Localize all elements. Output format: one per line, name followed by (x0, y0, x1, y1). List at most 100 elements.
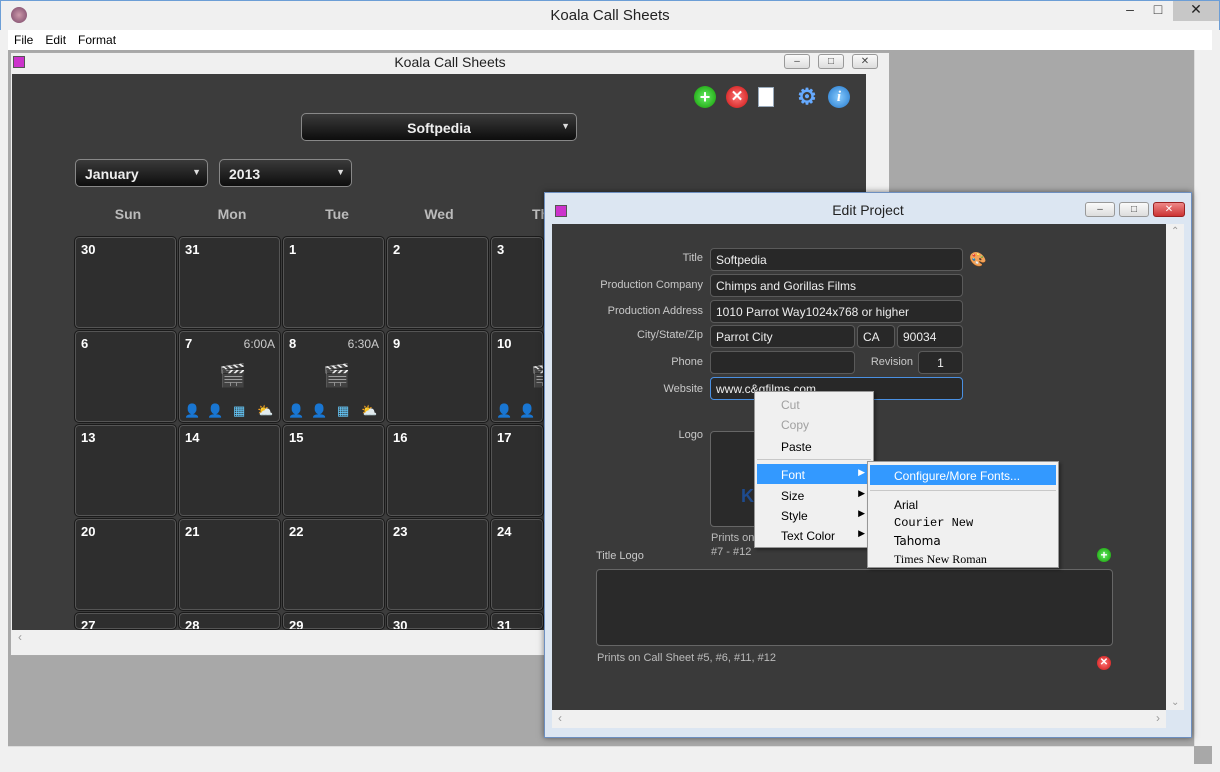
calendar-day-cell[interactable]: 9 (386, 330, 489, 423)
menu-item-cut[interactable]: Cut (757, 394, 871, 414)
weather-icon[interactable]: ⛅ (257, 403, 273, 419)
calendar-day-cell[interactable]: 13 (74, 424, 177, 517)
edit-vertical-scrollbar[interactable]: ⌃ ⌄ (1166, 224, 1184, 710)
calendar-day-cell[interactable]: 17 (490, 424, 544, 517)
calendar-day-cell[interactable]: 29 (282, 612, 385, 630)
menu-item-style[interactable]: Style ▶ (757, 505, 871, 525)
settings-gear-icon[interactable]: ⚙ (796, 86, 818, 108)
calendar-day-cell[interactable]: 31 (178, 236, 281, 329)
label-title-logo: Title Logo (596, 550, 644, 562)
menu-item-paste[interactable]: Paste (757, 436, 871, 456)
calendar-day-cell[interactable]: 6 (74, 330, 177, 423)
company-field[interactable]: Chimps and Gorillas Films (710, 274, 963, 297)
schedule-grid-icon[interactable]: ▦ (233, 403, 245, 419)
day-number: 17 (497, 430, 512, 445)
label-company: Production Company (600, 279, 703, 291)
font-option-times-new-roman[interactable]: Times New Roman (870, 548, 1056, 568)
edit-horizontal-scrollbar[interactable]: ‹ › (552, 710, 1166, 728)
calendar-day-cell[interactable]: 31 (490, 612, 544, 630)
calendar-day-cell[interactable]: 24 (490, 518, 544, 611)
month-select[interactable]: January ▼ (75, 159, 208, 187)
calendar-day-cell[interactable]: 8 6:30A 🎬 👤 👤 ▦ ⛅ (282, 330, 385, 423)
add-icon[interactable]: + (694, 86, 716, 108)
calendar-day-cell[interactable]: 10🎬👤👤▦⛅ (490, 330, 544, 423)
label-city: City/State/Zip (636, 329, 703, 341)
weather-icon[interactable]: ⛅ (361, 403, 377, 419)
edit-maximize-button[interactable]: □ (1119, 202, 1149, 217)
cast-icon[interactable]: 👤 (207, 403, 223, 419)
minimize-button[interactable]: – (1117, 1, 1143, 23)
title-field[interactable]: Softpedia (710, 248, 963, 271)
menu-item-size[interactable]: Size ▶ (757, 485, 871, 505)
logo-image: K (741, 486, 754, 506)
palette-icon[interactable]: 🎨 (969, 251, 986, 268)
close-button[interactable]: ✕ (1173, 1, 1219, 21)
menu-item-text-color[interactable]: Text Color ▶ (757, 525, 871, 545)
menu-format[interactable]: Format (72, 30, 122, 47)
calendar-day-cell[interactable]: 15 (282, 424, 385, 517)
calendar-day-cell[interactable]: 28 (178, 612, 281, 630)
calendar-close-button[interactable]: ✕ (852, 54, 878, 69)
city-field[interactable]: Parrot City (710, 325, 855, 348)
calendar-maximize-button[interactable]: □ (818, 54, 844, 69)
add-title-logo-icon[interactable]: + (1097, 548, 1111, 562)
document-icon[interactable] (758, 87, 774, 107)
calendar-day-cell[interactable]: 16 (386, 424, 489, 517)
calendar-day-cell[interactable]: 7 6:00A 🎬 👤 👤 ▦ ⛅ (178, 330, 281, 423)
menu-item-copy[interactable]: Copy (757, 414, 871, 434)
calendar-minimize-button[interactable]: – (784, 54, 810, 69)
calendar-day-cell[interactable]: 20 (74, 518, 177, 611)
desktop-horizontal-scrollbar[interactable] (8, 746, 1194, 764)
day-header-sun: Sun (114, 206, 142, 222)
calendar-day-cell[interactable]: 27 (74, 612, 177, 630)
calendar-day-cell[interactable]: 2 (386, 236, 489, 329)
logo-image-box[interactable]: K (710, 431, 760, 527)
font-option-tahoma[interactable]: Tahoma (870, 530, 1056, 550)
maximize-button[interactable]: □ (1145, 1, 1171, 23)
menu-item-font[interactable]: Font ▶ (757, 464, 871, 484)
calendar-day-cell[interactable]: 30 (74, 236, 177, 329)
app-title-bar: Koala Call Sheets – □ ✕ (0, 0, 1220, 30)
menu-separator (870, 490, 1056, 491)
clapperboard-icon[interactable]: 🎬 (531, 363, 543, 389)
calendar-day-cell[interactable]: 21 (178, 518, 281, 611)
font-option-courier-new[interactable]: Courier New (870, 512, 1056, 532)
menu-file[interactable]: File (8, 30, 39, 47)
edit-minimize-button[interactable]: – (1085, 202, 1115, 217)
state-field[interactable]: CA (857, 325, 895, 348)
day-number: 1 (289, 242, 297, 257)
phone-field[interactable] (710, 351, 855, 374)
crew-icon[interactable]: 👤 (184, 403, 200, 419)
year-select[interactable]: 2013 ▼ (219, 159, 352, 187)
clapperboard-icon[interactable]: 🎬 (323, 363, 350, 389)
edit-close-button[interactable]: ✕ (1153, 202, 1185, 217)
info-icon[interactable]: i (828, 86, 850, 108)
crew-icon[interactable]: 👤 (496, 403, 512, 419)
menu-edit[interactable]: Edit (39, 30, 72, 47)
address-field[interactable]: 1010 Parrot Way1024x768 or higher (710, 300, 963, 323)
delete-icon[interactable]: ✕ (726, 86, 748, 108)
calendar-day-cell[interactable]: 22 (282, 518, 385, 611)
calendar-day-cell[interactable]: 1 (282, 236, 385, 329)
day-number: 9 (393, 336, 401, 351)
calendar-day-cell[interactable]: 30 (386, 612, 489, 630)
calendar-day-cell[interactable]: 14 (178, 424, 281, 517)
clapperboard-icon[interactable]: 🎬 (219, 363, 246, 389)
title-logo-box[interactable] (596, 569, 1113, 646)
cast-icon[interactable]: 👤 (519, 403, 535, 419)
zip-field[interactable]: 90034 (897, 325, 963, 348)
remove-title-logo-icon[interactable]: ✕ (1097, 656, 1111, 670)
schedule-grid-icon[interactable]: ▦ (337, 403, 349, 419)
project-select[interactable]: Softpedia ▼ (301, 113, 577, 141)
calendar-day-cell[interactable]: 3 (490, 236, 544, 329)
desktop-vertical-scrollbar[interactable] (1194, 50, 1212, 746)
cast-icon[interactable]: 👤 (311, 403, 327, 419)
calendar-day-cell[interactable]: 23 (386, 518, 489, 611)
crew-icon[interactable]: 👤 (288, 403, 304, 419)
day-number: 28 (185, 618, 200, 630)
menu-item-configure-fonts[interactable]: Configure/More Fonts... (870, 465, 1056, 485)
revision-field[interactable]: 1 (918, 351, 963, 374)
calendar-window-title: Koala Call Sheets (394, 54, 506, 70)
day-number: 31 (185, 242, 200, 257)
font-option-arial[interactable]: Arial (870, 494, 1056, 514)
